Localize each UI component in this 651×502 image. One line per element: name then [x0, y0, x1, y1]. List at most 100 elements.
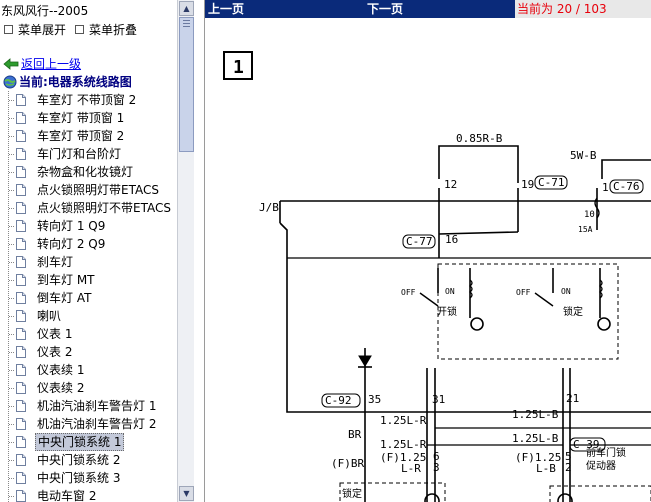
- vertical-scrollbar[interactable]: ▲ ▼: [177, 0, 195, 502]
- document-icon: [16, 364, 26, 376]
- tree-item[interactable]: 车室灯 带顶窗 2: [0, 127, 177, 145]
- tree-item[interactable]: 车室灯 带顶窗 1: [0, 109, 177, 127]
- pin-label: 16: [445, 233, 458, 246]
- tree-branch: [9, 442, 15, 443]
- tree-item[interactable]: 中央门锁系统 2: [0, 451, 177, 469]
- document-icon: [16, 166, 26, 178]
- tree-item[interactable]: 刹车灯: [0, 253, 177, 271]
- tree-item[interactable]: 机油汽油刹车警告灯 1: [0, 397, 177, 415]
- actuator-label: 前车门锁: [586, 446, 626, 459]
- frame-divider[interactable]: [194, 0, 205, 502]
- tree-item-label: 仪表 1: [37, 327, 73, 341]
- tree-item[interactable]: 杂物盒和化妆镜灯: [0, 163, 177, 181]
- tree-branch: [9, 136, 15, 137]
- document-icon: [16, 238, 26, 250]
- tree-item[interactable]: 车室灯 不带顶窗 2: [0, 91, 177, 109]
- tree-item-label: 车室灯 带顶窗 2: [37, 129, 125, 143]
- tree-branch: [9, 190, 15, 191]
- connector-label: C-92: [325, 394, 352, 407]
- tree-item[interactable]: 机油汽油刹车警告灯 2: [0, 415, 177, 433]
- scroll-thumb[interactable]: [179, 17, 194, 152]
- scroll-up-icon[interactable]: ▲: [179, 1, 194, 16]
- tree-item-label: 车室灯 不带顶窗 2: [37, 93, 137, 107]
- tree-branch: [9, 388, 15, 389]
- tree-branch: [9, 226, 15, 227]
- wire-label: L-R: [401, 462, 421, 475]
- tree-item[interactable]: 中央门锁系统 1: [0, 433, 177, 451]
- wire-label: BR: [348, 428, 362, 441]
- pin-label: 3: [433, 461, 440, 474]
- tree-branch: [9, 352, 15, 353]
- tree-branch: [9, 172, 15, 173]
- document-icon: [16, 112, 26, 124]
- tree-branch: [9, 334, 15, 335]
- pin-label: 35: [368, 393, 381, 406]
- tree-item[interactable]: 仪表 1: [0, 325, 177, 343]
- tree-branch: [9, 262, 15, 263]
- tree-item-label: 中央门锁系统 3: [37, 471, 121, 485]
- tree-item[interactable]: 中央门锁系统 3: [0, 469, 177, 487]
- document-icon: [16, 130, 26, 142]
- tree-item-label: 机油汽油刹车警告灯 1: [37, 399, 157, 413]
- tree-item-label: 仪表 2: [37, 345, 73, 359]
- current-folder: 当前:电器系统线路图: [3, 73, 132, 90]
- connector-label: C-71: [538, 176, 565, 189]
- tree-item[interactable]: 仪表续 2: [0, 379, 177, 397]
- tree-item[interactable]: 到车灯 MT: [0, 271, 177, 289]
- tree-item[interactable]: 转向灯 2 Q9: [0, 235, 177, 253]
- actuator-label: 促动器: [586, 459, 616, 472]
- tree-branch: [9, 406, 15, 407]
- tree-item-label: 车室灯 带顶窗 1: [37, 111, 125, 125]
- tree-item[interactable]: 点火锁照明灯带ETACS: [0, 181, 177, 199]
- document-icon: [16, 454, 26, 466]
- tree-item-label: 仪表续 2: [37, 381, 85, 395]
- connector-label: C-76: [613, 180, 640, 193]
- tree-item[interactable]: 倒车灯 AT: [0, 289, 177, 307]
- tree-line: [8, 487, 9, 502]
- back-link-label: 返回上一级: [21, 57, 82, 71]
- back-arrow-icon: [3, 57, 19, 70]
- scroll-down-icon[interactable]: ▼: [179, 486, 194, 501]
- tree-item-label: 转向灯 1 Q9: [37, 219, 106, 233]
- page-toolbar: 上一页 下一页 当前为 20 / 103: [205, 0, 651, 18]
- tree-item[interactable]: 转向灯 1 Q9: [0, 217, 177, 235]
- tree-branch: [9, 460, 15, 461]
- document-icon: [16, 292, 26, 304]
- tree-item-label: 机油汽油刹车警告灯 2: [37, 417, 157, 431]
- tree-branch: [9, 244, 15, 245]
- pin-label: 31: [432, 393, 445, 406]
- document-icon: [16, 310, 26, 322]
- document-icon: [16, 256, 26, 268]
- menu-collapse-button[interactable]: 菜单折叠: [75, 21, 137, 38]
- tree-branch: [9, 118, 15, 119]
- menu-expand-button[interactable]: 菜单展开: [4, 21, 66, 38]
- document-icon: [16, 220, 26, 232]
- tree-branch: [9, 154, 15, 155]
- tree-item[interactable]: 点火锁照明灯不带ETACS: [0, 199, 177, 217]
- document-icon: [16, 184, 26, 196]
- app-title: 东风风行--2005: [1, 4, 89, 18]
- wiring-diagram-canvas: 1 0.85R-B 5W-B 12 19 C-71 1 C-76 J/B 10 …: [223, 51, 651, 502]
- tree-item[interactable]: 仪表续 1: [0, 361, 177, 379]
- wire-label: 0.85R-B: [456, 132, 503, 145]
- tree-item[interactable]: 电动车窗 2: [0, 487, 177, 502]
- tree-branch: [9, 280, 15, 281]
- document-icon: [16, 490, 26, 502]
- tree-item[interactable]: 仪表 2: [0, 343, 177, 361]
- switch-label: OFF: [516, 288, 531, 297]
- document-icon: [16, 94, 26, 106]
- next-page-link[interactable]: 下一页: [367, 0, 403, 18]
- prev-page-link[interactable]: 上一页: [208, 0, 244, 18]
- tree-item-label: 中央门锁系统 2: [37, 453, 121, 467]
- tree-list: 车室灯 不带顶窗 2 车室灯 带顶窗 1 车室灯 带顶窗 2 车门灯和台阶灯 杂物盒和化…: [0, 91, 177, 502]
- tree-item-label: 喇叭: [37, 309, 62, 323]
- lock-label: 锁定: [342, 487, 362, 500]
- tree-branch: [9, 496, 15, 497]
- switch-label: OFF: [401, 288, 416, 297]
- tree-item[interactable]: 喇叭: [0, 307, 177, 325]
- tree-item[interactable]: 车门灯和台阶灯: [0, 145, 177, 163]
- wire-label: 1.25L-R: [380, 414, 427, 427]
- back-link[interactable]: 返回上一级: [3, 55, 81, 72]
- document-icon: [16, 382, 26, 394]
- pin-label: 2: [565, 461, 572, 474]
